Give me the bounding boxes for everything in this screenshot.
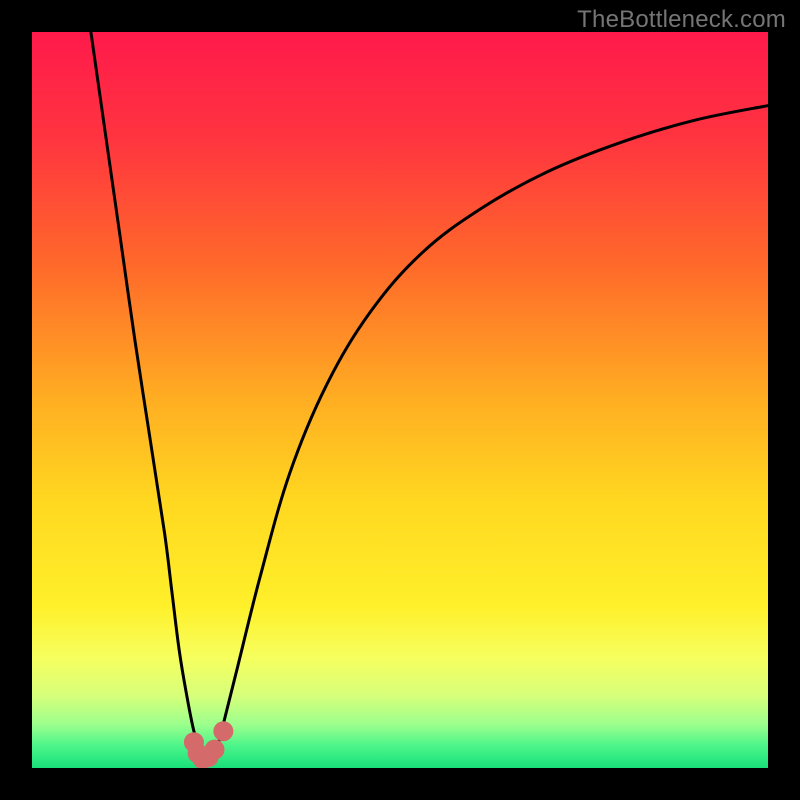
optimum-marker (205, 740, 225, 760)
plot-area (32, 32, 768, 768)
curve-left-branch (91, 32, 201, 753)
chart-frame: TheBottleneck.com (0, 0, 800, 800)
curve-right-branch (216, 106, 768, 754)
optimum-marker (213, 721, 233, 741)
bottleneck-curve (32, 32, 768, 768)
watermark-text: TheBottleneck.com (577, 6, 786, 34)
optimum-markers (184, 721, 233, 768)
